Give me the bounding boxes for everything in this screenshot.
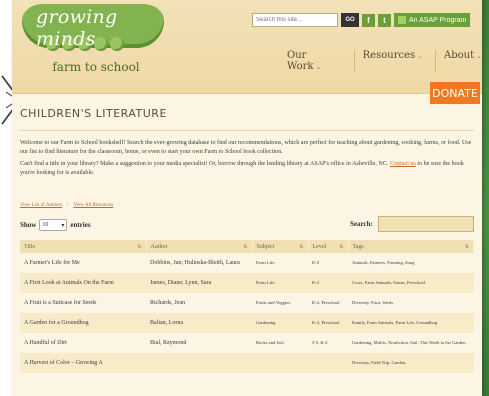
table-row[interactable]: A Harvest of Color – Growing A Diversity… [20, 353, 474, 373]
table-header-row: Title ⇅ Author ⇅ Subject ⇅ Level ⇅ Tags ⇅ [20, 240, 474, 253]
main-nav: Our Work ⌄ Resources ⌄ About ⌄ [287, 50, 482, 72]
cell-title[interactable]: A Garden for a Groundhog [20, 313, 146, 333]
sort-icon: ⇅ [339, 244, 344, 250]
sort-icon: ⇅ [299, 244, 304, 250]
cell-author: James, Diane; Lynn, Sara [146, 273, 252, 293]
sort-icon: ⇅ [464, 244, 469, 250]
column-header-title[interactable]: Title ⇅ [20, 240, 147, 253]
view-resources-link[interactable]: View All Resources [74, 203, 114, 208]
asap-program-link[interactable]: An ASAP Program [394, 13, 471, 27]
cell-tags: Cows, Farm Animals, Farms, Preschool [348, 273, 474, 293]
intro-text: Welcome to our Farm to School bookshelf!… [20, 139, 472, 181]
contact-us-link[interactable]: Contact us [390, 161, 416, 167]
table-row[interactable]: A Garden for a Groundhog Balian, Lorna G… [20, 313, 474, 333]
web-page: growing minds farm to school GO f t An A… [12, 0, 482, 396]
cell-tags: Family, Farm Animals, Farm Life, Groundh… [348, 313, 474, 333]
table-controls: Show 10 ▾ entries Search: [20, 216, 474, 232]
sort-icon: ⇅ [137, 244, 142, 250]
column-header-author[interactable]: Author ⇅ [146, 240, 253, 253]
asap-logo-icon [398, 16, 406, 24]
cell-level [308, 353, 348, 373]
chevron-down-icon: ⌄ [476, 52, 482, 60]
intro-paragraph-1: Welcome to our Farm to School bookshelf!… [20, 140, 472, 155]
cell-author: Dobbins, Jan; Hulinska-Bleith, Laura [146, 253, 252, 273]
cell-tags: Animals, Farmers, Farming, Song [348, 253, 474, 273]
cell-subject [252, 353, 308, 373]
column-header-tags[interactable]: Tags ⇅ [348, 240, 474, 253]
cell-title[interactable]: A Farmer's Life for Me [20, 253, 146, 273]
cell-title[interactable]: A Fruit is a Suitcase for Seeds [20, 293, 146, 313]
logo-subtitle[interactable]: farm to school [36, 60, 156, 74]
cell-level: K-2, Preschool [308, 293, 348, 313]
table-row[interactable]: A Handful of Dirt Bial, Raymond Rocks an… [20, 333, 474, 353]
entries-select[interactable]: 10 ▾ [39, 219, 68, 231]
cell-subject: Rocks and Soil [252, 333, 308, 353]
nav-item-our-work[interactable]: Our Work ⌄ [287, 50, 342, 72]
twitter-icon[interactable]: t [378, 13, 391, 27]
donate-button[interactable]: DONATE [430, 82, 480, 104]
site-header: growing minds farm to school GO f t An A… [12, 0, 482, 94]
cell-title[interactable]: A Handful of Dirt [20, 333, 146, 353]
cell-subject: Farm Life [252, 253, 308, 273]
asap-program-label: An ASAP Program [409, 16, 467, 24]
table-row[interactable]: A Farmer's Life for Me Dobbins, Jan; Hul… [20, 253, 474, 273]
entries-control: Show 10 ▾ entries [20, 219, 91, 231]
cell-title[interactable]: A Harvest of Color – Growing A [20, 353, 146, 373]
resource-links: View List of Authors | View All Resource… [20, 203, 113, 208]
cell-tags: Gardening, Mulch, Nonfiction, Soil, This… [348, 333, 474, 353]
cell-subject: Fruits and Veggies [252, 293, 308, 313]
cell-author: Richards, Jean [146, 293, 252, 313]
site-search-input[interactable] [252, 13, 338, 27]
chevron-down-icon: ⌄ [417, 52, 424, 60]
cell-tags: Diversity, Field Trip, Garden, [348, 353, 474, 373]
logo-title[interactable]: growing minds [36, 6, 166, 50]
cell-subject: Gardening [252, 313, 308, 333]
literature-table: Title ⇅ Author ⇅ Subject ⇅ Level ⇅ Tags ⇅ A F… [20, 240, 474, 373]
cell-title[interactable]: A First Look at Animals On the Farm [20, 273, 146, 293]
cell-author: Balian, Lorna [146, 313, 252, 333]
nav-item-resources[interactable]: Resources ⌄ [353, 50, 424, 72]
page-title: CHILDREN'S LITERATURE [20, 107, 167, 120]
sort-icon: ⇅ [243, 244, 248, 250]
cell-level: K-2 [308, 253, 348, 273]
cell-level: 3-5, K-2 [308, 333, 348, 353]
column-header-level[interactable]: Level ⇅ [308, 240, 349, 253]
cell-tags: Diversity, Fruit, Seeds [348, 293, 474, 313]
cell-level: K-2, Preschool [308, 313, 348, 333]
search-go-button[interactable]: GO [341, 13, 359, 27]
table-row[interactable]: A Fruit is a Suitcase for Seeds Richards… [20, 293, 474, 313]
show-label: Show [20, 221, 37, 229]
chevron-down-icon: ⌄ [315, 63, 322, 71]
title-divider [20, 130, 474, 131]
cell-author: Bial, Raymond [146, 333, 252, 353]
cell-author [146, 353, 252, 373]
view-authors-link[interactable]: View List of Authors [20, 203, 62, 208]
intro-paragraph-2: Can't find a title in your library? Make… [20, 161, 464, 176]
entries-label: entries [70, 221, 91, 229]
chevron-down-icon: ▾ [61, 222, 65, 229]
table-row[interactable]: A First Look at Animals On the Farm Jame… [20, 273, 474, 293]
utility-bar: GO f t An ASAP Program [252, 12, 471, 28]
table-search-input[interactable] [378, 216, 474, 232]
table-search-label: Search: [350, 220, 373, 228]
cell-level: K-2 [308, 273, 348, 293]
cell-subject: Farm Life [252, 273, 308, 293]
link-separator: | [67, 203, 69, 208]
facebook-icon[interactable]: f [362, 13, 375, 27]
nav-item-about[interactable]: About ⌄ [435, 50, 482, 72]
column-header-subject[interactable]: Subject ⇅ [252, 240, 309, 253]
